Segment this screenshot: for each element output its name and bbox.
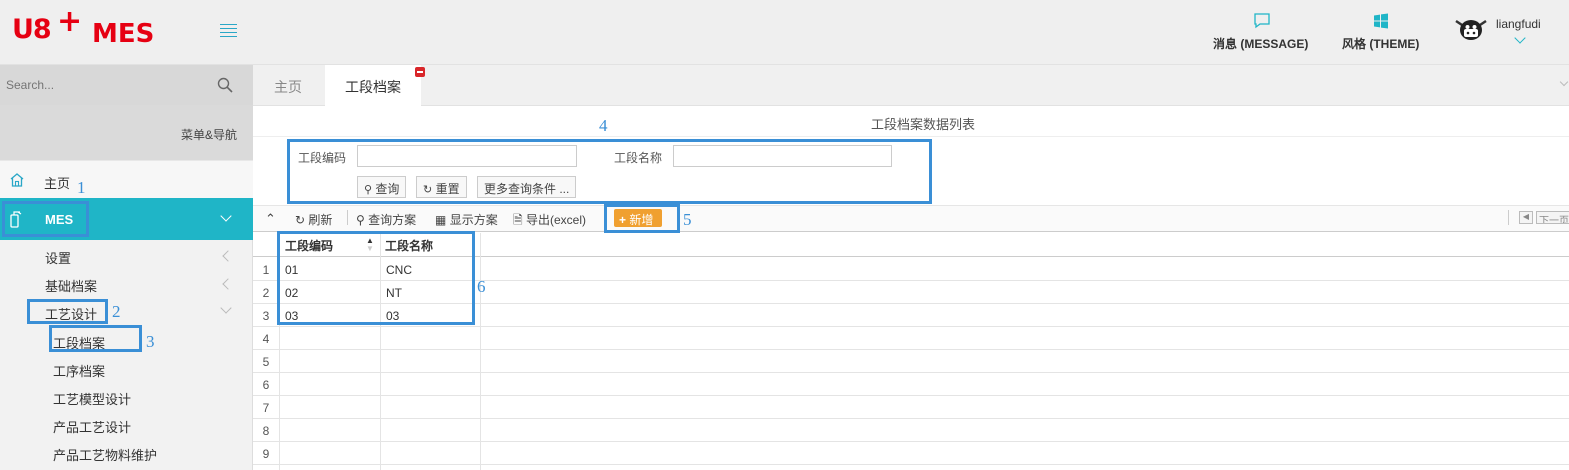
home-icon <box>10 173 24 187</box>
chevron-down-icon <box>220 210 232 222</box>
collapse-up-icon[interactable]: ⌃ <box>265 211 276 227</box>
table-row[interactable]: 9 <box>253 442 1569 465</box>
search-input[interactable] <box>0 65 210 105</box>
row-number: 1 <box>262 263 270 277</box>
top-header: 消息 (MESSAGE) 风格 (THEME) liangfudi <box>253 0 1569 65</box>
sidebar-subitem-operation-archive[interactable]: 工序档案 <box>53 361 105 380</box>
table-row[interactable]: 6 <box>253 373 1569 396</box>
sidebar-item-home[interactable]: 主页 <box>0 160 253 198</box>
windows-icon <box>1374 13 1388 29</box>
logo-u8: U8 <box>12 14 52 45</box>
sidebar-item-settings[interactable]: 设置 <box>45 248 71 267</box>
row-number: 9 <box>262 447 270 461</box>
export-label: 导出(excel) <box>526 213 587 227</box>
tab-bar: 主页 工段档案 <box>253 65 1569 106</box>
sidebar-search <box>0 65 253 105</box>
table-row[interactable]: 4 <box>253 327 1569 350</box>
sidebar-item-basic-archives[interactable]: 基础档案 <box>45 276 97 295</box>
row-number: 7 <box>262 401 270 415</box>
tab-section-archive[interactable]: 工段档案 <box>325 65 421 106</box>
sidebar-item-home-label: 主页 <box>44 176 71 191</box>
theme-link[interactable]: 风格 (THEME) <box>1342 35 1419 52</box>
row-number: 6 <box>262 378 270 392</box>
row-number: 3 <box>262 309 270 323</box>
next-page-button[interactable]: 下一页 <box>1536 211 1569 224</box>
annotation-box-1 <box>2 201 89 237</box>
divider <box>1508 210 1509 225</box>
logo-plus: + <box>57 4 83 39</box>
message-link[interactable]: 消息 (MESSAGE) <box>1213 35 1308 52</box>
annotation-number-4: 4 <box>599 116 608 135</box>
annotation-number-3: 3 <box>146 332 155 351</box>
refresh-icon: ↻ <box>295 213 306 227</box>
username[interactable]: liangfudi <box>1496 17 1541 31</box>
menu-nav-label: 菜单&导航 <box>180 128 237 142</box>
row-number: 2 <box>262 286 270 300</box>
page-title: 工段档案数据列表 <box>870 117 975 132</box>
grid-icon: ▦ <box>435 213 447 227</box>
search-icon: ⚲ <box>356 213 365 227</box>
avatar[interactable] <box>1453 13 1489 45</box>
annotation-number-6: 6 <box>477 277 486 296</box>
menu-toggle-icon[interactable] <box>220 24 237 38</box>
annotation-box-3 <box>49 325 142 352</box>
sidebar-subitem-product-material[interactable]: 产品工艺物料维护 <box>53 445 157 464</box>
display-scheme-button[interactable]: ▦ 显示方案 <box>435 211 498 228</box>
query-scheme-label: 查询方案 <box>368 213 417 227</box>
chevron-left-icon <box>222 250 234 262</box>
chevron-down-icon[interactable] <box>1514 32 1526 44</box>
tab-home-label: 主页 <box>274 79 302 95</box>
message-icon <box>1254 13 1270 29</box>
menu-nav-header: 菜单&导航 <box>0 105 253 160</box>
annotation-number-1: 1 <box>77 178 86 197</box>
annotation-number-2: 2 <box>112 302 121 321</box>
prev-page-icon[interactable]: ◀ <box>1519 211 1533 224</box>
sidebar-subitem-process-model[interactable]: 工艺模型设计 <box>53 389 131 408</box>
table-row[interactable]: 5 <box>253 350 1569 373</box>
divider <box>347 210 348 225</box>
export-button[interactable]: 🗎 导出(excel) <box>513 211 586 232</box>
page-title-bar: 工段档案数据列表 <box>253 106 1569 137</box>
display-scheme-label: 显示方案 <box>449 213 498 227</box>
annotation-number-5: 5 <box>683 210 692 229</box>
sidebar-subitem-product-process[interactable]: 产品工艺设计 <box>53 417 131 436</box>
chevron-left-icon <box>222 278 234 290</box>
main-content: 工段档案数据列表 工段编码 工段名称 ⚲ 查询 ↻ 重置 更多查询条件 ... … <box>253 106 1569 470</box>
row-number: 4 <box>262 332 270 346</box>
annotation-box-2 <box>27 299 108 324</box>
tab-section-archive-label: 工段档案 <box>345 79 401 95</box>
chevron-down-icon <box>220 302 232 314</box>
file-icon: 🗎 <box>513 213 523 227</box>
row-number: 8 <box>262 424 270 438</box>
annotation-box-5 <box>604 204 680 233</box>
close-tab-icon[interactable] <box>415 67 425 77</box>
logo-mes: MES <box>92 19 155 49</box>
table-row[interactable]: 7 <box>253 396 1569 419</box>
refresh-label: 刷新 <box>308 213 333 227</box>
row-number: 5 <box>262 355 270 369</box>
tab-home[interactable]: 主页 <box>253 65 323 106</box>
annotation-box-4 <box>287 139 932 204</box>
query-scheme-button[interactable]: ⚲ 查询方案 <box>356 211 416 228</box>
logo-area: U8 + MES <box>0 0 253 65</box>
refresh-button[interactable]: ↻ 刷新 <box>295 211 332 228</box>
table-row[interactable]: 8 <box>253 419 1569 442</box>
chevron-down-icon[interactable] <box>1559 77 1569 87</box>
annotation-box-6 <box>277 231 475 325</box>
search-icon[interactable] <box>217 77 233 93</box>
